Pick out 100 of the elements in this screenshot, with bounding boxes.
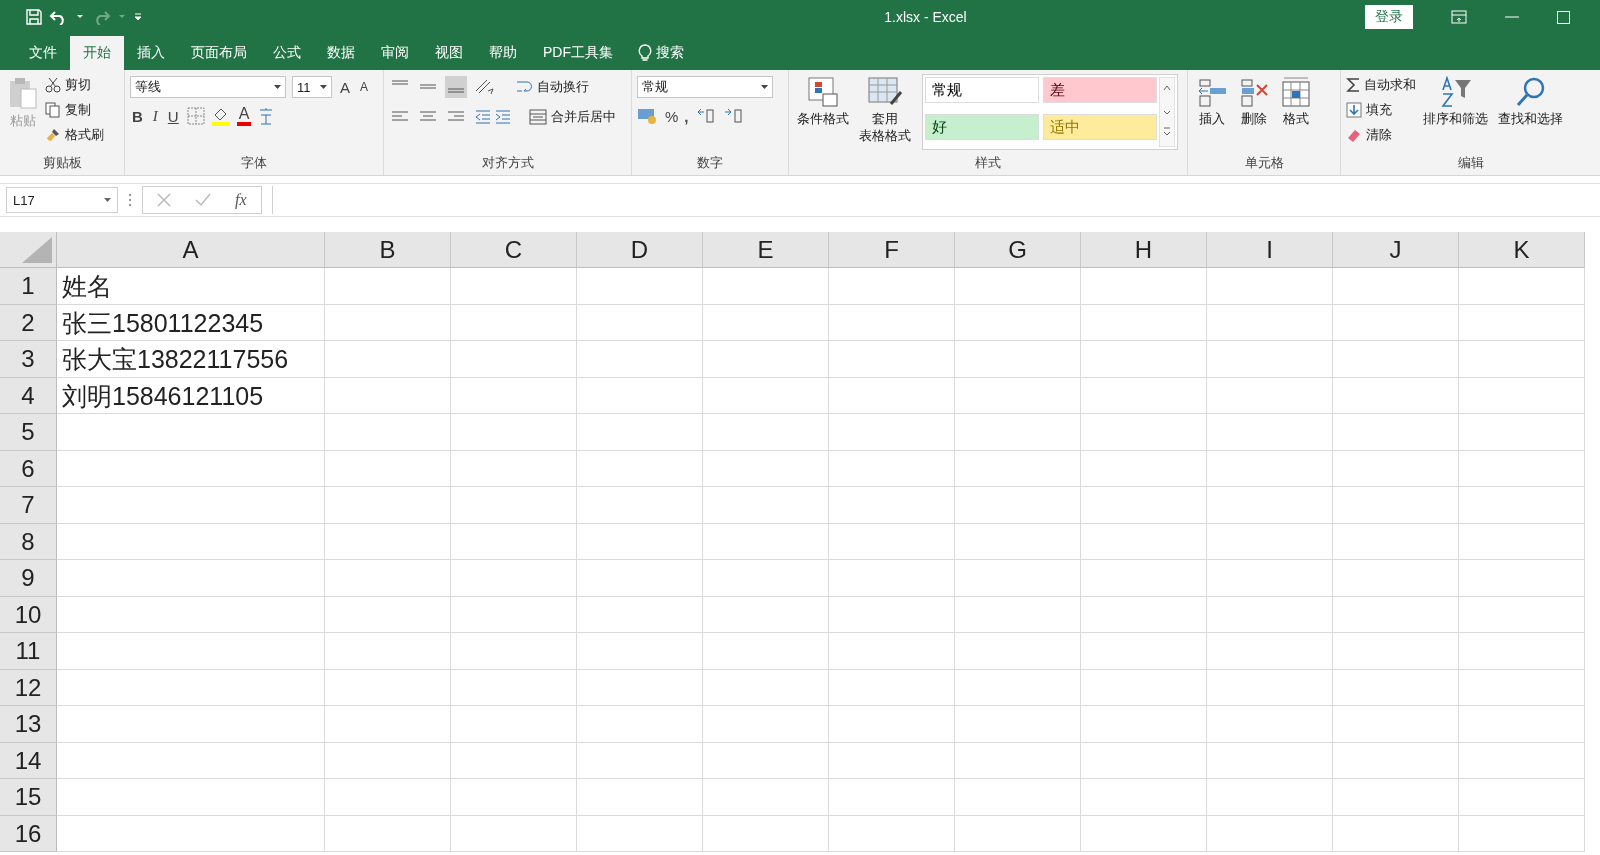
table-cell[interactable] (57, 669, 325, 706)
table-cell[interactable] (955, 377, 1081, 414)
table-cell[interactable] (1081, 815, 1207, 852)
table-cell[interactable] (703, 815, 829, 852)
table-cell[interactable] (577, 450, 703, 487)
table-cell[interactable] (577, 633, 703, 670)
table-cell[interactable] (451, 414, 577, 451)
table-cell[interactable] (325, 377, 451, 414)
table-cell[interactable] (577, 377, 703, 414)
ribbon-tab[interactable]: 开始 (70, 36, 124, 70)
table-cell[interactable] (57, 633, 325, 670)
border-icon[interactable] (186, 107, 205, 125)
table-cell[interactable] (703, 706, 829, 743)
table-cell[interactable] (1333, 450, 1459, 487)
row-header[interactable]: 10 (0, 596, 57, 633)
table-cell[interactable] (1081, 377, 1207, 414)
table-cell[interactable] (829, 487, 955, 524)
table-cell[interactable] (577, 414, 703, 451)
table-cell[interactable] (1207, 268, 1333, 305)
row-header[interactable]: 3 (0, 341, 57, 378)
table-cell[interactable] (1081, 596, 1207, 633)
autosum-button[interactable]: 自动求和 (1346, 74, 1416, 96)
table-cell[interactable] (829, 414, 955, 451)
column-header[interactable]: G (955, 232, 1081, 268)
table-cell[interactable] (451, 669, 577, 706)
table-cell[interactable] (829, 304, 955, 341)
column-header[interactable]: B (325, 232, 451, 268)
table-cell[interactable] (577, 596, 703, 633)
table-cell[interactable] (703, 450, 829, 487)
table-cell[interactable] (955, 268, 1081, 305)
table-cell[interactable] (57, 706, 325, 743)
table-cell[interactable] (577, 487, 703, 524)
table-cell[interactable] (703, 596, 829, 633)
table-cell[interactable] (1207, 377, 1333, 414)
format-button[interactable]: 格式 (1277, 74, 1315, 153)
table-cell[interactable] (451, 377, 577, 414)
table-cell[interactable] (325, 414, 451, 451)
number-format-field[interactable]: 常规 (637, 76, 773, 98)
table-cell[interactable] (325, 815, 451, 852)
cut-button[interactable]: 剪切 (45, 74, 104, 96)
table-cell[interactable] (451, 341, 577, 378)
check-icon[interactable] (195, 193, 211, 207)
table-cell[interactable] (1207, 633, 1333, 670)
table-cell[interactable] (451, 304, 577, 341)
row-header[interactable]: 14 (0, 742, 57, 779)
table-cell[interactable] (1207, 669, 1333, 706)
table-cell[interactable] (325, 633, 451, 670)
table-cell[interactable] (1333, 669, 1459, 706)
table-cell[interactable] (1459, 669, 1585, 706)
table-cell[interactable] (325, 669, 451, 706)
table-cell[interactable] (955, 560, 1081, 597)
table-cell[interactable] (577, 779, 703, 816)
row-header[interactable]: 16 (0, 815, 57, 852)
table-cell[interactable] (1459, 304, 1585, 341)
table-cell[interactable] (451, 815, 577, 852)
table-cell[interactable] (577, 669, 703, 706)
table-cell[interactable] (1207, 779, 1333, 816)
align-icon[interactable] (445, 76, 467, 98)
table-cell[interactable] (955, 779, 1081, 816)
table-cell[interactable] (1207, 487, 1333, 524)
table-cell[interactable] (1081, 560, 1207, 597)
table-cell[interactable] (1333, 487, 1459, 524)
table-cell[interactable] (1207, 742, 1333, 779)
format-painter-button[interactable]: 格式刷 (45, 124, 104, 146)
row-header[interactable]: 5 (0, 414, 57, 451)
table-cell[interactable] (325, 487, 451, 524)
table-cell[interactable] (955, 706, 1081, 743)
row-header[interactable]: 12 (0, 669, 57, 706)
table-cell[interactable] (1333, 523, 1459, 560)
select-all-button[interactable] (0, 232, 57, 268)
cell-style[interactable]: 差 (1043, 77, 1157, 103)
table-cell[interactable] (955, 742, 1081, 779)
table-cell[interactable] (1333, 779, 1459, 816)
table-cell[interactable] (1207, 341, 1333, 378)
table-cell[interactable] (325, 560, 451, 597)
table-cell[interactable] (703, 669, 829, 706)
table-cell[interactable] (955, 414, 1081, 451)
table-cell[interactable] (1459, 487, 1585, 524)
table-cell[interactable] (1207, 706, 1333, 743)
table-cell[interactable] (829, 669, 955, 706)
sort-filter-button[interactable]: 排序和筛选 (1420, 74, 1491, 153)
table-cell[interactable] (955, 487, 1081, 524)
table-cell[interactable] (451, 487, 577, 524)
font-color-button[interactable]: A (236, 106, 252, 126)
delete-button[interactable]: 删除 (1235, 74, 1273, 153)
table-cell[interactable] (703, 779, 829, 816)
minimize-icon[interactable] (1505, 16, 1519, 18)
table-cell[interactable] (1333, 268, 1459, 305)
table-cell[interactable] (1081, 706, 1207, 743)
table-cell[interactable] (1459, 596, 1585, 633)
table-cell[interactable] (451, 560, 577, 597)
table-cell[interactable] (57, 742, 325, 779)
table-cell[interactable] (955, 523, 1081, 560)
table-cell[interactable] (1459, 560, 1585, 597)
table-cell[interactable] (703, 341, 829, 378)
ribbon-tab[interactable]: 文件 (16, 36, 70, 70)
table-cell[interactable] (829, 560, 955, 597)
row-header[interactable]: 7 (0, 487, 57, 524)
table-cell[interactable] (1333, 742, 1459, 779)
table-cell[interactable] (57, 560, 325, 597)
